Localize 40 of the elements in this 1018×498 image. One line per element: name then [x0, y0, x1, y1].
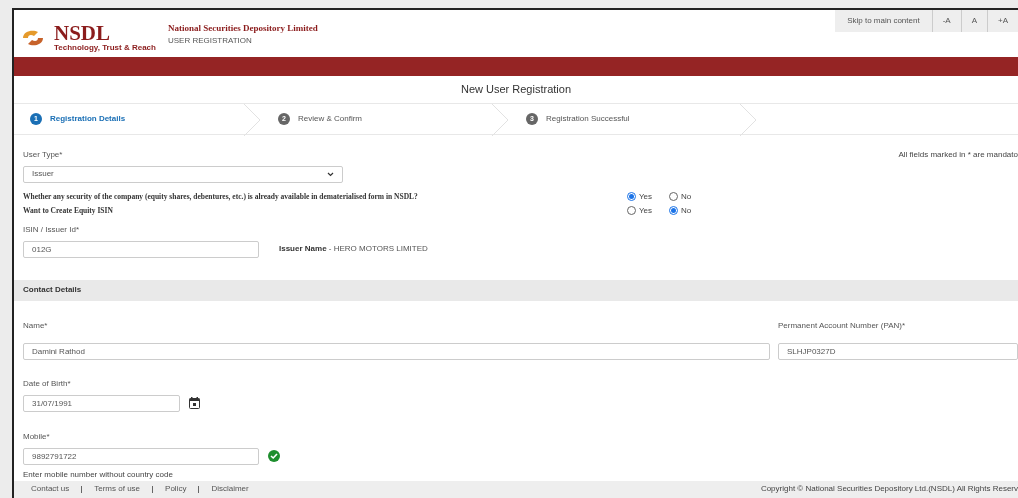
footer-link[interactable]: Disclaimer — [211, 483, 249, 496]
select-value: Issuer — [32, 168, 54, 181]
field-label: Permanent Account Number (PAN)* — [778, 319, 905, 332]
logo-text: NSDL — [54, 23, 112, 43]
user-type-select[interactable]: Issuer — [23, 165, 343, 183]
radio-label: Yes — [639, 190, 653, 203]
field-label: Date of Birth* — [23, 377, 71, 390]
calendar-icon[interactable] — [189, 397, 200, 410]
mobile-field[interactable]: 9892791722 — [23, 447, 259, 465]
accessibility-link[interactable]: -A — [931, 10, 961, 32]
mandatory-note: All fields marked in * are mandato — [898, 148, 1018, 161]
isin-field[interactable]: 012G — [23, 240, 259, 258]
field-hint: Enter mobile number without country code — [23, 468, 173, 481]
footer-link[interactable]: Terms of use — [94, 483, 141, 496]
copyright-text: Copyright © National Securities Depository Ltd.(NSDL) All Rights Reserv — [760, 483, 1018, 496]
pan-field[interactable]: SLHJP0327D — [778, 342, 1018, 360]
radio-label: No — [681, 204, 692, 217]
step-label: Review & Confirm — [298, 112, 362, 125]
page-title: New User Registration — [459, 82, 572, 98]
step-label: Registration Successful — [546, 112, 630, 125]
accessibility-link[interactable]: A — [960, 10, 987, 32]
chevron-down-icon — [327, 171, 334, 177]
footer-link[interactable]: Policy — [165, 483, 187, 496]
field-label: Name* — [23, 319, 48, 332]
field-label: User Type* — [23, 148, 63, 161]
section-header: Contact Details — [14, 279, 1018, 301]
radio-label: No — [681, 190, 692, 203]
page-subtitle: USER REGISTRATION — [167, 35, 253, 48]
date-field[interactable]: 31/07/1991 — [23, 394, 180, 412]
radio-label: Yes — [639, 204, 653, 217]
field-label: ISIN / Issuer Id* — [23, 223, 80, 236]
name-field[interactable]: Damini Rathod — [23, 342, 770, 360]
field-label: Mobile* — [23, 430, 50, 443]
accessibility-link[interactable]: +A — [987, 10, 1018, 32]
footer-link[interactable]: Contact us — [31, 483, 70, 496]
logo-tagline: Technology, Trust & Reach — [54, 43, 156, 52]
step-label: Registration Details — [50, 112, 126, 125]
accessibility-link[interactable]: Skip to main content — [835, 10, 932, 32]
organization-name: National Securities Depository Limited — [167, 21, 318, 35]
issuer-name: Issuer Name - HERO MOTORS LIMITED — [279, 243, 428, 256]
